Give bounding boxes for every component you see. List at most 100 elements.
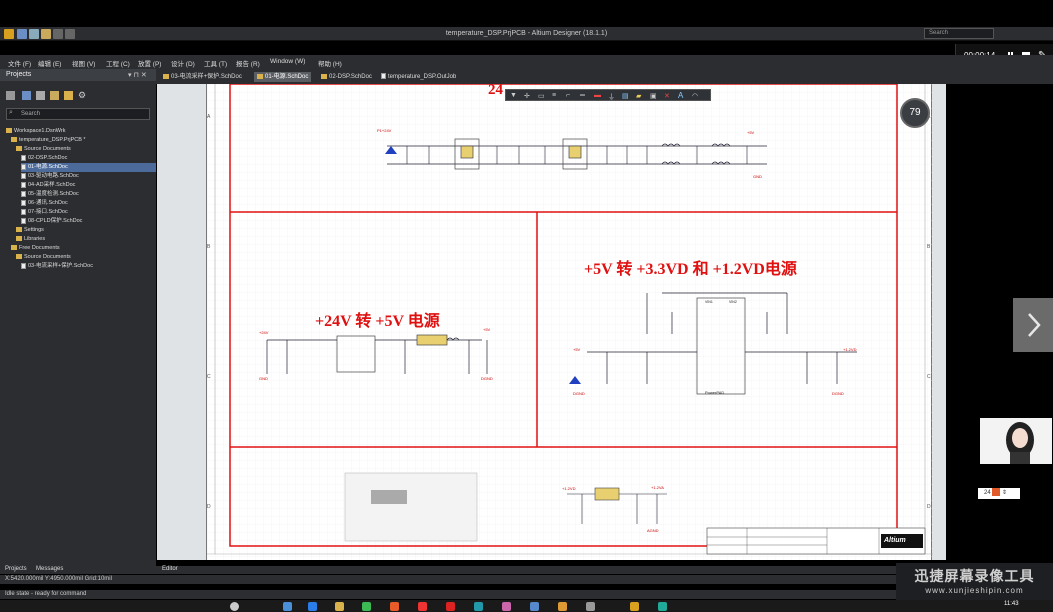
app-icon-1[interactable]	[390, 602, 399, 611]
edge-icon[interactable]	[283, 602, 292, 611]
zoom-badge[interactable]: 79	[900, 98, 930, 128]
save-all-icon[interactable]	[29, 29, 39, 39]
next-arrow-button[interactable]	[1013, 298, 1053, 352]
wire-icon[interactable]: ⌐	[566, 92, 570, 99]
schematic-canvas[interactable]: P1+24V +5V GND +24V +5V GND DGND VIN1 VI…	[157, 84, 946, 560]
tab-messages[interactable]: Messages	[36, 566, 63, 572]
app-icon-5[interactable]	[502, 602, 511, 611]
tree-item[interactable]: Source Documents	[16, 145, 156, 154]
tree-item[interactable]: Libraries	[16, 235, 156, 244]
schematic-sheet[interactable]: P1+24V +5V GND +24V +5V GND DGND VIN1 VI…	[206, 84, 933, 560]
folder-icon	[11, 245, 17, 251]
menu-file[interactable]: 文件 (F)	[8, 58, 31, 68]
open-folder-icon[interactable]	[64, 91, 73, 100]
undo-icon[interactable]	[53, 29, 63, 39]
text-icon[interactable]: A	[678, 91, 683, 100]
no-erc-icon[interactable]: ✕	[664, 92, 670, 100]
folder-icon	[16, 236, 22, 242]
move-icon[interactable]: ✛	[524, 92, 530, 100]
app-icon-3[interactable]	[446, 602, 455, 611]
arc-icon[interactable]: ◠	[692, 92, 698, 100]
tree-item[interactable]: 08-CPLD保护.SchDoc	[21, 217, 156, 226]
svg-text:GND: GND	[259, 376, 268, 381]
svg-text:DGND: DGND	[481, 376, 493, 381]
menu-view[interactable]: 视图 (V)	[72, 58, 95, 68]
search-input[interactable]: Search	[924, 28, 994, 39]
open-icon[interactable]	[41, 29, 51, 39]
tree-item[interactable]: Settings	[16, 226, 156, 235]
svg-text:VIN2: VIN2	[729, 300, 737, 304]
folder-icon	[16, 254, 22, 260]
app-icon-9[interactable]	[658, 602, 667, 611]
tree-item[interactable]: 03-电流采样+保护.SchDoc	[21, 262, 156, 271]
tree-item-label: 05-温度检测.SchDoc	[28, 191, 79, 197]
folder-icon[interactable]	[50, 91, 59, 100]
power-port-icon[interactable]: ⏚	[608, 92, 615, 102]
tree-item[interactable]: 02-DSP.SchDoc	[21, 154, 156, 163]
svg-text:DGND: DGND	[832, 391, 844, 396]
workspace-icon[interactable]	[6, 91, 15, 100]
tree-item-label: Settings	[24, 227, 44, 233]
app-icon-8[interactable]	[586, 602, 595, 611]
search-icon[interactable]	[230, 602, 239, 611]
net-label-icon[interactable]: ▬	[594, 92, 601, 99]
compile-icon[interactable]	[22, 91, 31, 100]
tab-power[interactable]: 01-电源.SchDoc	[254, 72, 312, 82]
menu-project[interactable]: 工程 (C)	[106, 58, 130, 68]
tree-item[interactable]: Workspace1.DsnWrk	[6, 127, 156, 136]
save-icon[interactable]	[17, 29, 27, 39]
tab-outjob[interactable]: temperature_DSP.OutJob	[378, 72, 459, 82]
svg-text:+1.2VD: +1.2VD	[562, 486, 576, 491]
tree-item[interactable]: Source Documents	[16, 253, 156, 262]
section-title-5v-3v3: +5V 转 +3.3VD 和 +1.2VD电源	[584, 261, 797, 278]
sheet-symbol-icon[interactable]: ▣	[650, 92, 657, 100]
part-icon[interactable]: ▤	[622, 92, 629, 100]
redo-icon[interactable]	[65, 29, 75, 39]
folder-icon	[11, 137, 17, 143]
align-icon[interactable]: ≡	[552, 92, 556, 99]
panel-search-input[interactable]: Search	[6, 108, 150, 120]
chrome-icon[interactable]	[362, 602, 371, 611]
tree-item[interactable]: 01-电源.SchDoc	[21, 163, 156, 172]
tree-item[interactable]: Free Documents	[11, 244, 156, 253]
select-icon[interactable]: ▭	[538, 92, 545, 100]
zone-b-left: B	[207, 244, 211, 250]
tree-item-label: 01-电源.SchDoc	[28, 164, 68, 170]
tab-editor[interactable]: Editor	[162, 566, 178, 572]
menu-help[interactable]: 帮助 (H)	[318, 58, 342, 68]
store-icon[interactable]	[308, 602, 317, 611]
tree-item[interactable]: 03-驱动电路.SchDoc	[21, 172, 156, 181]
tab-current-sampling[interactable]: 03-电流采样+保护.SchDoc	[160, 72, 245, 82]
tree-item[interactable]: 07-接口.SchDoc	[21, 208, 156, 217]
altium-taskbar-icon[interactable]	[630, 602, 639, 611]
panel-pin-icon[interactable]: ▾ ⊓ ✕	[128, 71, 147, 79]
clock: 11:43	[1004, 601, 1019, 607]
tree-item[interactable]: temperature_DSP.PrjPCB *	[11, 136, 156, 145]
menu-reports[interactable]: 报告 (R)	[236, 58, 260, 68]
tree-item[interactable]: 04-AD采样.SchDoc	[21, 181, 156, 190]
svg-text:AGND: AGND	[647, 528, 659, 533]
menu-window[interactable]: Window (W)	[270, 58, 305, 65]
menu-tools[interactable]: 工具 (T)	[204, 58, 227, 68]
menu-design[interactable]: 设计 (D)	[171, 58, 195, 68]
svg-text:+24V: +24V	[259, 330, 269, 335]
menu-place[interactable]: 放置 (P)	[138, 58, 161, 68]
tree-item-label: Source Documents	[24, 146, 71, 152]
stepper-icon[interactable]: ⇕	[1002, 490, 1007, 496]
bus-icon[interactable]: ═	[580, 92, 585, 99]
port-icon[interactable]: ▰	[636, 92, 641, 100]
menu-edit[interactable]: 编辑 (E)	[38, 58, 61, 68]
mini-control[interactable]: 24 ⇕	[978, 488, 1020, 499]
filter-icon[interactable]: ▼	[510, 92, 517, 99]
explorer-icon[interactable]	[335, 602, 344, 611]
tab-dsp[interactable]: 02-DSP.SchDoc	[318, 72, 375, 82]
app-icon-4[interactable]	[474, 602, 483, 611]
app-icon-7[interactable]	[558, 602, 567, 611]
app-icon-2[interactable]	[418, 602, 427, 611]
new-doc-icon[interactable]	[36, 91, 45, 100]
gear-icon[interactable]: ⚙	[78, 90, 86, 101]
tree-item[interactable]: 06-通讯.SchDoc	[21, 199, 156, 208]
tree-item[interactable]: 05-温度检测.SchDoc	[21, 190, 156, 199]
tab-projects[interactable]: Projects	[5, 566, 27, 572]
app-icon-6[interactable]	[530, 602, 539, 611]
